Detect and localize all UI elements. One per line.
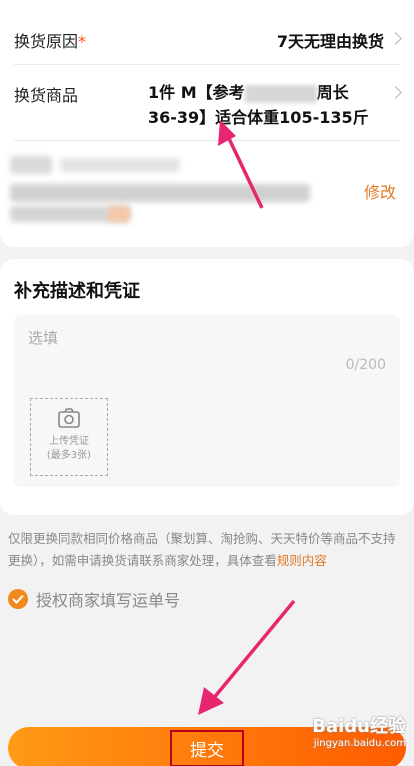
exchange-reason-label: 换货原因* — [14, 32, 87, 51]
divider — [14, 140, 400, 141]
upload-evidence-button[interactable]: 上传凭证 (最多3张) — [30, 398, 108, 476]
exchange-info-card: 换货原因* 7天无理由换货 换货商品 1件 M【参考 周长 36-39】适合体重1… — [0, 0, 414, 247]
rules-link[interactable]: 规则内容 — [277, 553, 327, 568]
exchange-reason-row[interactable]: 换货原因* 7天无理由换货 — [14, 28, 402, 52]
chevron-right-icon — [389, 86, 402, 99]
upload-label: 上传凭证 — [49, 436, 89, 447]
exchange-product-value: 1件 M【参考 周长 36-39】适合体重105-135斤 — [148, 83, 369, 127]
authorize-option[interactable]: 授权商家填写运单号 — [8, 587, 180, 611]
section-title: 补充描述和凭证 — [14, 281, 140, 302]
watermark-logo: Baidu经验 jingyan.baidu.com — [312, 716, 406, 749]
char-counter: 0/200 — [345, 357, 386, 373]
annotation-arrow-icon — [198, 599, 296, 715]
blurred-address-name — [10, 156, 52, 174]
exchange-product-label: 换货商品 — [14, 86, 79, 105]
notice-text: 仅限更换同款相同价格商品（聚划算、淘抢购、天天特价等商品不支持更换），如需申请换… — [8, 531, 396, 568]
camera-icon — [58, 408, 80, 428]
submit-label: 提交 — [170, 729, 244, 766]
textarea-placeholder: 选填 — [28, 329, 59, 347]
exchange-reason-value: 7天无理由换货 — [276, 32, 384, 51]
modify-address-link[interactable]: 修改 — [364, 179, 396, 203]
blurred-text — [244, 84, 317, 103]
evidence-card: 补充描述和凭证 选填 0/200 上传凭证 (最多3张) — [0, 259, 414, 515]
upload-limit: (最多3张) — [46, 450, 92, 461]
description-textarea[interactable]: 选填 0/200 上传凭证 (最多3张) — [14, 315, 400, 487]
blurred-address-tag — [108, 206, 130, 222]
chevron-right-icon — [389, 32, 402, 45]
exchange-notice: 仅限更换同款相同价格商品（聚划算、淘抢购、天天特价等商品不支持更换），如需申请换… — [8, 528, 404, 572]
checkbox-checked-icon[interactable] — [8, 589, 28, 609]
blurred-address-line1 — [10, 184, 310, 202]
divider — [14, 64, 400, 65]
authorize-label: 授权商家填写运单号 — [36, 591, 181, 610]
blurred-address-phone — [60, 158, 180, 172]
